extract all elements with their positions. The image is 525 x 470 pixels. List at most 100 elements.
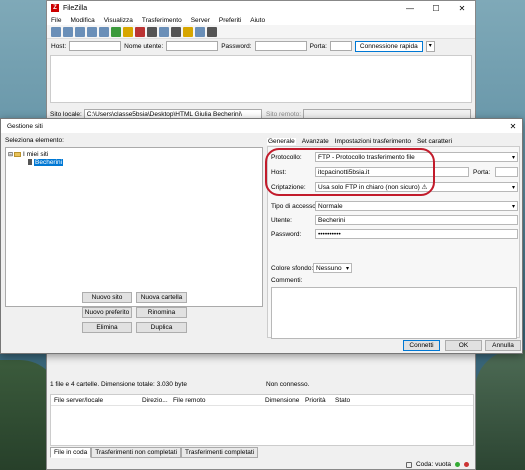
tab-queued-files[interactable]: File in coda [50, 447, 92, 458]
dialog-tabs: Generale Avanzate Impostazioni trasferim… [267, 138, 452, 145]
site-tree: ⊟ I miei siti Becherini [5, 147, 263, 307]
toggle-local-tree-icon[interactable] [75, 26, 85, 37]
led-red-icon [464, 462, 469, 467]
logon-type-value: Normale [318, 202, 343, 210]
queue-col-local[interactable]: File server/locale [51, 397, 139, 404]
sync-browse-icon[interactable] [195, 26, 205, 37]
connect-button[interactable]: Connetti [403, 340, 440, 351]
reconnect-icon[interactable] [159, 26, 169, 37]
menu-server[interactable]: Server [191, 17, 210, 24]
comments-label: Commenti: [271, 277, 303, 284]
filter-icon[interactable] [171, 26, 181, 37]
comments-field[interactable] [271, 287, 517, 339]
duplicate-button[interactable]: Duplica [136, 322, 187, 333]
password-input[interactable] [254, 41, 307, 51]
compare-icon[interactable] [183, 26, 193, 37]
quickconnect-bar: Host: Nome utente: Password: Porta: Conn… [47, 39, 475, 53]
toggle-remote-tree-icon[interactable] [87, 26, 97, 37]
menu-modifica[interactable]: Modifica [70, 17, 94, 24]
window-title: FileZilla [63, 4, 88, 12]
window-controls: — ☐ ✕ [397, 4, 475, 13]
queue-status: Coda: vuota [415, 461, 451, 468]
server-icon [28, 159, 32, 165]
tab-set-caratteri[interactable]: Set caratteri [417, 138, 452, 145]
chevron-down-icon: ▾ [511, 203, 515, 210]
host-input[interactable] [69, 41, 122, 51]
user-field-label: Utente: [271, 217, 292, 224]
menu-file[interactable]: File [51, 17, 61, 24]
minimize-button[interactable]: — [397, 4, 423, 13]
background-color-select[interactable]: Nessuno ▾ [313, 263, 352, 273]
local-status: 1 file e 4 cartelle. Dimensione totale: … [50, 381, 187, 388]
password-field[interactable]: •••••••••• [315, 229, 518, 239]
queue-col-direction[interactable]: Direzio... [139, 397, 170, 404]
queue-col-remote[interactable]: File remoto [170, 397, 262, 404]
search-icon[interactable] [207, 26, 217, 37]
toggle-queue-icon[interactable] [99, 26, 109, 37]
chevron-down-icon: ▾ [511, 154, 515, 161]
refresh-icon[interactable] [111, 26, 121, 37]
quickconnect-dropdown[interactable]: ▾ [425, 40, 435, 52]
port-field[interactable] [495, 167, 518, 177]
port-input[interactable] [329, 41, 352, 51]
process-queue-icon[interactable] [123, 26, 133, 37]
rename-button[interactable]: Rinomina [136, 307, 187, 318]
site-manager-icon[interactable] [51, 26, 61, 37]
host-label: Host: [51, 42, 67, 50]
dialog-title: Gestione siti [7, 122, 43, 130]
tab-impostazioni-trasferimento[interactable]: Impostazioni trasferimento [335, 138, 411, 145]
message-log [50, 55, 472, 103]
cancel-icon[interactable] [135, 26, 145, 37]
dialog-close-button[interactable]: ✕ [504, 122, 522, 131]
folder-icon [14, 151, 22, 157]
desktop-hill-right [475, 350, 525, 470]
queue-col-priority[interactable]: Priorità [302, 397, 332, 404]
local-site-label: Sito locale: [50, 110, 82, 118]
transfer-queue: File server/locale Direzio... File remot… [50, 394, 474, 446]
chevron-down-icon: ▾ [511, 184, 515, 191]
led-green-icon [455, 462, 460, 467]
collapse-icon[interactable]: ⊟ [8, 151, 13, 158]
tree-root[interactable]: ⊟ I miei siti [6, 150, 262, 158]
new-site-button[interactable]: Nuovo sito [82, 292, 132, 303]
tab-failed-transfers[interactable]: Trasferimenti non completati [91, 447, 182, 458]
ok-button[interactable]: OK [445, 340, 482, 351]
menu-aiuto[interactable]: Aiuto [250, 17, 265, 24]
remote-status: Non connesso. [266, 381, 310, 388]
port-label: Porta: [309, 42, 327, 50]
queue-col-size[interactable]: Dimensione [262, 397, 302, 404]
toolbar [47, 25, 475, 39]
maximize-button[interactable]: ☐ [423, 4, 449, 13]
new-folder-button[interactable]: Nuova cartella [136, 292, 187, 303]
background-color-label: Colore sfondo: [271, 265, 314, 272]
logon-type-label: Tipo di accesso: [271, 203, 318, 210]
toggle-log-icon[interactable] [63, 26, 73, 37]
tab-avanzate[interactable]: Avanzate [302, 138, 329, 145]
tab-generale[interactable]: Generale [267, 138, 296, 145]
dialog-title-bar: Gestione siti ✕ [1, 119, 522, 133]
tree-item-becherini[interactable]: Becherini [6, 158, 262, 166]
lock-icon [405, 461, 412, 468]
user-field[interactable]: Becherini [315, 215, 518, 225]
quickconnect-button[interactable]: Connessione rapida [354, 40, 423, 52]
menu-trasferimento[interactable]: Trasferimento [142, 17, 182, 24]
user-input[interactable] [166, 41, 219, 51]
menu-visualizza[interactable]: Visualizza [104, 17, 133, 24]
new-bookmark-button[interactable]: Nuovo preferito [82, 307, 132, 318]
menu-preferiti[interactable]: Preferiti [219, 17, 241, 24]
port-field-label: Porta: [473, 169, 491, 176]
highlight-annotation [265, 148, 435, 196]
cancel-button[interactable]: Annulla [485, 340, 521, 351]
disconnect-icon[interactable] [147, 26, 157, 37]
queue-col-status[interactable]: Stato [332, 397, 372, 404]
select-entry-label: Seleziona elemento: [5, 137, 64, 144]
background-color-value: Nessuno [316, 264, 342, 272]
delete-button[interactable]: Elimina [82, 322, 132, 333]
logon-type-select[interactable]: Normale ▾ [315, 201, 518, 211]
password-field-label: Password: [271, 231, 302, 238]
tab-successful-transfers[interactable]: Trasferimenti completati [181, 447, 259, 458]
filezilla-logo-icon: Z [51, 4, 59, 12]
close-button[interactable]: ✕ [449, 4, 475, 13]
queue-tabs: File in coda Trasferimenti non completat… [50, 447, 259, 458]
site-manager-dialog: Gestione siti ✕ Seleziona elemento: ⊟ I … [0, 118, 523, 354]
